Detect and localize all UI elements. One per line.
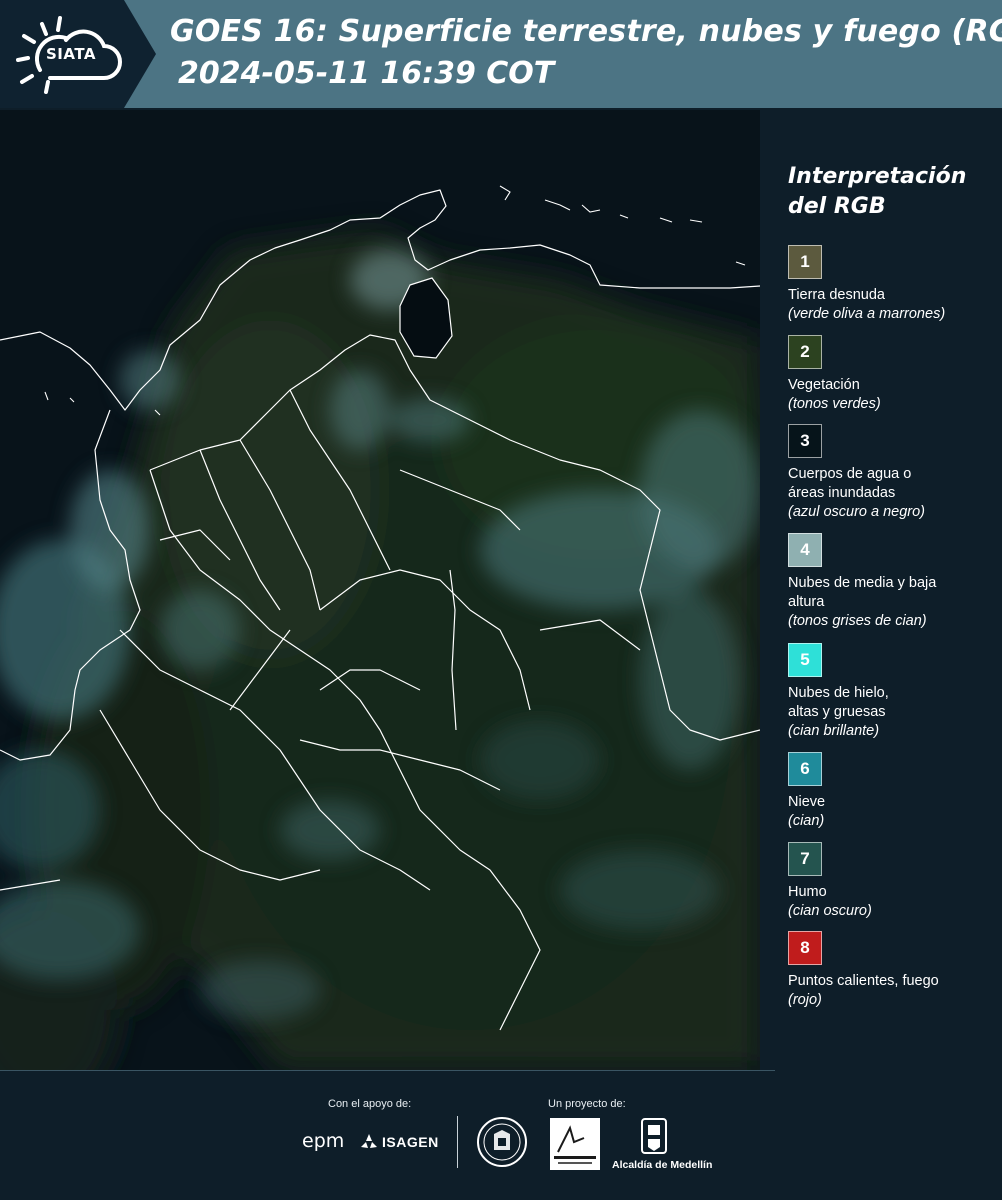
- legend-swatch: 7: [788, 842, 822, 876]
- header: SIATA GOES 16: Superficie terrestre, nub…: [0, 0, 1002, 108]
- satellite-map[interactable]: [0, 110, 760, 1070]
- legend-swatch: 2: [788, 335, 822, 369]
- legend-swatch: 4: [788, 533, 822, 567]
- legend-item-water: 3 Cuerpos de agua o áreas inundadas (azu…: [788, 424, 1002, 522]
- alcaldia-shield-icon: [641, 1118, 667, 1154]
- legend-sublabel: (rojo): [788, 992, 822, 1008]
- legend-label: Humo: [788, 884, 827, 900]
- legend-item-smoke: 7 Humo (cian oscuro): [788, 842, 1002, 921]
- legend-label: Cuerpos de agua o áreas inundadas: [788, 466, 912, 501]
- legend-item-bare-ground: 1 Tierra desnuda (verde oliva a marrones…: [788, 245, 1002, 324]
- legend-item-snow: 6 Nieve (cian): [788, 752, 1002, 831]
- area-metropolitana-logo: [550, 1118, 600, 1170]
- siata-logo-text: SIATA: [46, 45, 97, 63]
- legend-item-low-clouds: 4 Nubes de media y baja altura (tonos gr…: [788, 533, 1002, 631]
- government-seal-icon: [477, 1117, 527, 1167]
- legend-label: Nieve: [788, 794, 826, 810]
- legend-sublabel: (cian): [788, 813, 825, 829]
- legend-label: Tierra desnuda: [788, 287, 885, 303]
- legend-panel: Interpretación del RGB 1 Tierra desnuda …: [770, 110, 1002, 1070]
- siata-logo: SIATA: [0, 0, 156, 108]
- legend-label: Puntos calientes, fuego: [788, 973, 939, 989]
- legend-swatch: 3: [788, 424, 822, 458]
- legend-sublabel: (cian brillante): [788, 723, 880, 739]
- isagen-logo: ISAGEN: [382, 1134, 439, 1150]
- legend-sublabel: (tonos verdes): [788, 396, 881, 412]
- legend-swatch: 6: [788, 752, 822, 786]
- legend-swatch: 5: [788, 643, 822, 677]
- legend-sublabel: (verde oliva a marrones): [788, 306, 946, 322]
- legend-item-fire: 8 Puntos calientes, fuego (rojo): [788, 931, 1002, 1010]
- support-label: Con el apoyo de:: [328, 1098, 412, 1110]
- epm-logo: epm: [302, 1130, 345, 1152]
- legend-sublabel: (tonos grises de cian): [788, 613, 927, 629]
- isagen-icon: [361, 1134, 377, 1148]
- page-title: GOES 16: Superficie terrestre, nubes y f…: [170, 14, 1002, 49]
- legend-label: Nubes de media y baja altura: [788, 575, 937, 610]
- legend-sublabel: (cian oscuro): [788, 903, 872, 919]
- footer-divider: [457, 1116, 458, 1168]
- project-label: Un proyecto de:: [548, 1098, 626, 1110]
- legend-sublabel: (azul oscuro a negro): [788, 504, 926, 520]
- footer-divider-line: [0, 1070, 775, 1071]
- legend-label: Nubes de hielo, altas y gruesas: [788, 685, 889, 720]
- legend-title: Interpretación del RGB: [788, 164, 967, 219]
- legend-item-ice-clouds: 5 Nubes de hielo, altas y gruesas (cian …: [788, 643, 1002, 741]
- legend-swatch: 1: [788, 245, 822, 279]
- legend-label: Vegetación: [788, 377, 860, 393]
- image-datetime: 2024-05-11 16:39 COT: [178, 56, 555, 91]
- satellite-image: [0, 110, 760, 1070]
- legend-item-vegetation: 2 Vegetación (tonos verdes): [788, 335, 1002, 414]
- alcaldia-logo-text: Alcaldía de Medellín: [612, 1159, 713, 1171]
- legend-swatch: 8: [788, 931, 822, 965]
- footer: Con el apoyo de: Un proyecto de: epm ISA…: [0, 1070, 1002, 1200]
